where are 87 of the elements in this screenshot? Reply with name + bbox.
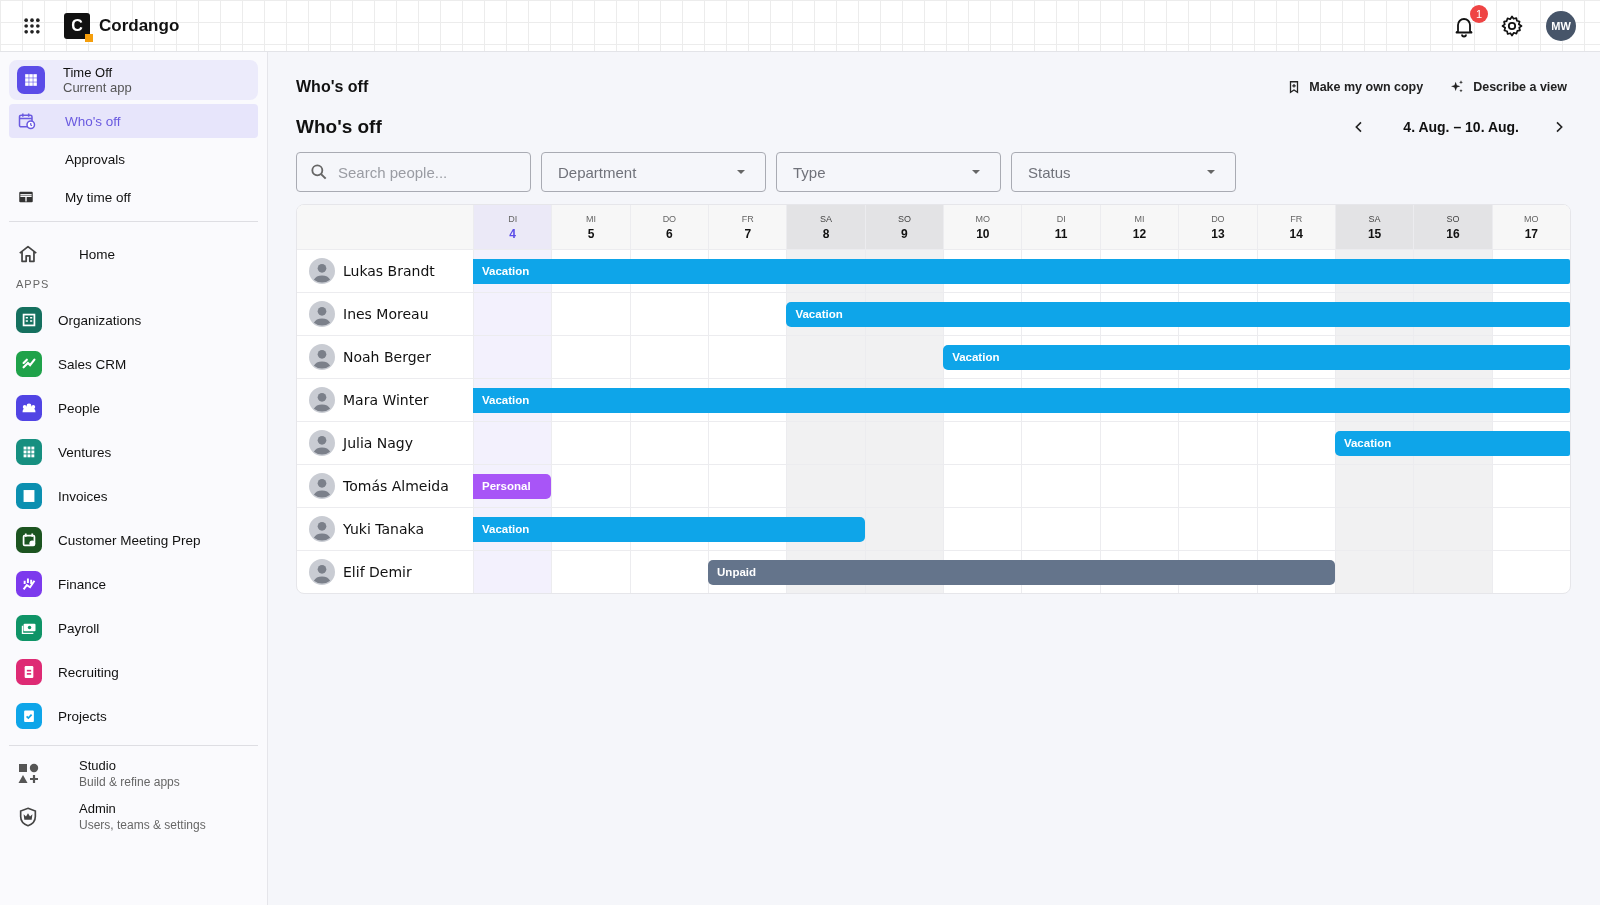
weekday-label: SO bbox=[897, 213, 911, 224]
section-heading: APPS bbox=[16, 278, 51, 290]
shield-icon bbox=[17, 805, 39, 828]
avatar-icon bbox=[309, 258, 335, 284]
avatar-icon bbox=[309, 344, 335, 370]
weekday-label: DO bbox=[662, 213, 677, 224]
avatar-icon bbox=[309, 301, 335, 327]
app-link[interactable]: Sales CRM bbox=[9, 342, 258, 386]
app-link[interactable]: Recruiting bbox=[9, 650, 258, 694]
sidebar-link[interactable]: Studio Build & refine apps bbox=[9, 752, 258, 795]
name-cell: Ines Moreau bbox=[297, 293, 473, 335]
dropdown[interactable]: Department bbox=[541, 152, 766, 192]
name-cell: Mara Winter bbox=[297, 379, 473, 421]
weekday-label: SO bbox=[1446, 213, 1460, 224]
date-number: 4 bbox=[509, 226, 516, 241]
date-number: 6 bbox=[666, 226, 673, 241]
date-number: 15 bbox=[1367, 226, 1382, 241]
page-title: Who's off bbox=[296, 116, 382, 138]
home-icon bbox=[17, 243, 39, 265]
app-grid-icon bbox=[17, 66, 45, 94]
dropdown[interactable]: Type bbox=[776, 152, 1001, 192]
settings-icon[interactable] bbox=[1500, 13, 1524, 38]
app-link[interactable]: Invoices bbox=[9, 474, 258, 518]
avatar-icon bbox=[309, 430, 335, 456]
name-cell: Noah Berger bbox=[297, 336, 473, 378]
nav-item[interactable]: My time off bbox=[9, 180, 258, 214]
breadcrumb-title: Who's off bbox=[296, 78, 369, 96]
search-icon bbox=[309, 162, 329, 182]
weekday-label: DO bbox=[1211, 213, 1225, 224]
user-avatar[interactable]: MW bbox=[1546, 10, 1576, 41]
brand-name: Cordango bbox=[99, 15, 180, 36]
weekday-label: DI bbox=[1056, 213, 1066, 224]
nav-item[interactable]: Who's off bbox=[9, 104, 258, 138]
app-link[interactable]: People bbox=[9, 386, 258, 430]
date-number: 14 bbox=[1289, 226, 1303, 241]
name-cell: Lukas Brandt bbox=[297, 250, 473, 292]
date-number: 7 bbox=[744, 226, 752, 241]
name-cell: Elif Demir bbox=[297, 551, 473, 593]
weekday-label: MO bbox=[975, 213, 991, 224]
name-cell: Yuki Tanaka bbox=[297, 508, 473, 550]
weekday-label: FR bbox=[1290, 213, 1303, 224]
weekday-label: MI bbox=[586, 213, 596, 224]
avatar-icon bbox=[309, 387, 335, 413]
nav-item[interactable]: Approvals bbox=[9, 142, 258, 176]
date-number: 12 bbox=[1132, 226, 1147, 241]
weekday-label: DI bbox=[508, 213, 518, 224]
app-link[interactable]: Projects bbox=[9, 694, 258, 738]
notification-badge: 1 bbox=[1470, 4, 1488, 23]
search-field[interactable]: Search people... bbox=[296, 152, 531, 192]
app-link[interactable]: Organizations bbox=[9, 298, 258, 342]
date-number: 8 bbox=[822, 226, 830, 241]
action-link[interactable]: Describe a view bbox=[1445, 77, 1571, 97]
weekday-label: MO bbox=[1524, 213, 1539, 224]
app-subtitle: Current app bbox=[63, 80, 132, 95]
name-cell: Tomás Almeida bbox=[297, 465, 473, 507]
app-title: Time Off bbox=[63, 65, 114, 80]
app-grid-icon[interactable] bbox=[22, 15, 42, 36]
calendar-clock-icon bbox=[17, 111, 37, 131]
logo: C bbox=[64, 12, 90, 39]
name-cell: Julia Nagy bbox=[297, 422, 473, 464]
date-number: 13 bbox=[1211, 226, 1225, 241]
app-link[interactable]: Customer Meeting Prep bbox=[9, 518, 258, 562]
absence-bar[interactable]: Personal bbox=[473, 473, 552, 499]
date-number: 5 bbox=[587, 226, 595, 241]
weekday-label: SA bbox=[1368, 213, 1381, 224]
weekday-label: MI bbox=[1134, 213, 1145, 224]
action-link[interactable]: Make my own copy bbox=[1283, 78, 1428, 96]
app-link[interactable]: Finance bbox=[9, 562, 258, 606]
absence-bar[interactable]: Unpaid bbox=[708, 559, 1335, 585]
avatar-icon bbox=[309, 473, 335, 499]
weekday-label: SA bbox=[820, 213, 833, 224]
current-app-card[interactable]: Time Off Current app bbox=[9, 60, 258, 100]
nav-item[interactable]: Home bbox=[9, 234, 258, 274]
date-number: 10 bbox=[976, 226, 990, 241]
avatar-icon bbox=[309, 516, 335, 542]
date-range: 4. Aug. – 10. Aug. bbox=[1403, 119, 1519, 135]
date-number: 16 bbox=[1446, 226, 1460, 241]
dropdown[interactable]: Status bbox=[1011, 152, 1236, 192]
avatar-icon bbox=[309, 559, 335, 585]
sidebar-link[interactable]: Admin Users, teams & settings bbox=[9, 795, 258, 838]
date-number: 11 bbox=[1054, 226, 1068, 241]
date-number: 17 bbox=[1524, 226, 1538, 241]
app-link[interactable]: Ventures bbox=[9, 430, 258, 474]
weekday-label: FR bbox=[741, 213, 754, 224]
shapes-icon bbox=[17, 761, 41, 786]
app-link[interactable]: Payroll bbox=[9, 606, 258, 650]
date-number: 9 bbox=[901, 226, 908, 241]
